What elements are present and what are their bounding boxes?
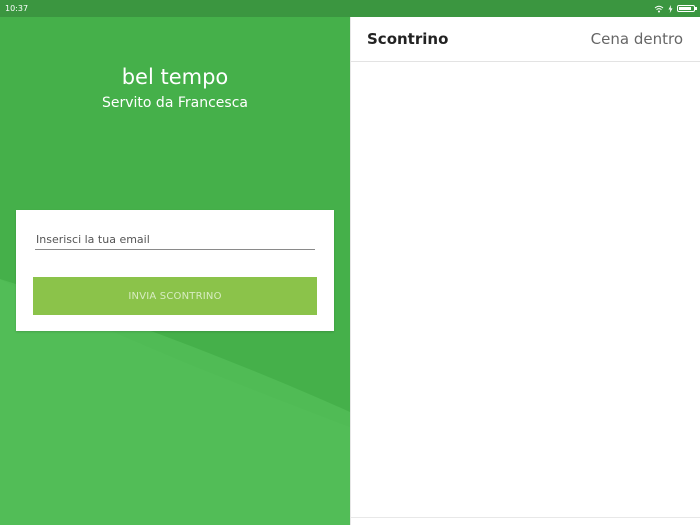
restaurant-name: bel tempo <box>121 65 229 89</box>
wifi-icon <box>654 5 664 12</box>
charging-icon <box>668 4 673 13</box>
receipt-title: Scontrino <box>367 30 449 48</box>
status-bar: 10:37 <box>0 0 700 17</box>
email-card: INVIA SCONTRINO <box>16 210 334 331</box>
status-time: 10:37 <box>5 4 29 13</box>
divider <box>351 517 700 518</box>
served-by-label: Servito da Francesca <box>102 95 248 111</box>
email-field[interactable] <box>35 230 315 250</box>
receipt-send-panel: bel tempo Servito da Francesca INVIA SCO… <box>0 17 350 525</box>
send-receipt-button[interactable]: INVIA SCONTRINO <box>33 277 317 315</box>
battery-icon <box>677 5 697 12</box>
status-icons <box>654 4 697 13</box>
receipt-panel: Scontrino Cena dentro <box>350 17 700 525</box>
receipt-header: Scontrino Cena dentro <box>351 17 700 62</box>
order-type-label: Cena dentro <box>590 30 683 48</box>
